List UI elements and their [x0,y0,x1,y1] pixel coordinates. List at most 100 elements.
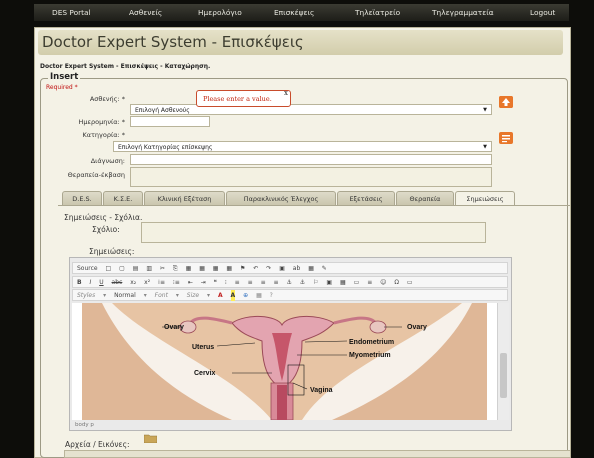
align-right-icon[interactable]: ≡ [261,277,266,288]
subscript-icon[interactable]: x₂ [130,277,136,288]
date-field[interactable] [130,116,210,127]
format-select[interactable]: Normal [114,290,136,301]
nav-patients[interactable]: Ασθενείς [129,8,162,17]
tab-kse[interactable]: Κ.Σ.Ε. [103,191,143,206]
superscript-icon[interactable]: x² [144,277,150,288]
comment-textarea[interactable] [141,222,486,243]
therapy-textarea[interactable] [130,167,492,187]
files-area[interactable] [64,450,571,458]
editor-toolbar-row-1: Source □ ▢ ▤ ▥ ✂ ⎘ ▦ ▦ ▦ ▦ ⚑ ↶ ↷ ▣ ab ▦ … [72,262,508,274]
chevron-down-icon: ▾ [175,292,179,299]
numbered-list-icon[interactable]: ⁞≡ [158,277,165,288]
tab-des[interactable]: D.E.S. [62,191,102,206]
editor-scrollbar[interactable] [497,303,509,420]
bulleted-list-icon[interactable]: ⁝≡ [173,277,180,288]
folder-icon[interactable] [143,434,158,444]
strike-icon[interactable]: abc [112,277,123,288]
smiley-icon[interactable]: ☺ [380,277,386,288]
add-patient-icon[interactable] [499,96,513,108]
category-label: Κατηγορία: * [82,131,125,139]
comment-label: Σχόλιο: [92,225,120,234]
size-select[interactable]: Size [187,290,199,301]
tab-therapy[interactable]: Θεραπεία [396,191,454,206]
nav-logout[interactable]: Logout [530,8,555,17]
image-icon[interactable]: ▣ [326,277,332,288]
select-all-icon[interactable]: ▦ [308,263,314,274]
maximize-icon[interactable]: ⊕ [243,290,248,301]
about-icon[interactable]: ? [270,290,273,301]
text-color-icon[interactable]: A [218,290,223,301]
breadcrumb: Doctor Expert System - Επισκέψεις - Κατα… [40,63,211,70]
remove-format-icon[interactable]: ✎ [322,263,327,274]
special-char-icon[interactable]: Ω [394,277,399,288]
show-blocks-icon[interactable]: ▦ [256,290,262,301]
nav-telesecretary[interactable]: Τηλεγραμματεία [432,8,494,17]
bg-color-icon[interactable]: A [230,290,236,301]
styles-select[interactable]: Styles [77,290,95,301]
outdent-icon[interactable]: ⇤ [188,277,193,288]
tab-tests[interactable]: Εξετάσεις [337,191,395,206]
anchor-icon[interactable]: ⚐ [313,277,318,288]
ovary-left-label: Ovary [164,324,184,331]
tab-paraclinical[interactable]: Παρακλινικός Έλεγχος [226,191,336,206]
nav-telemedicine[interactable]: Τηλεϊατρείο [355,8,400,17]
patient-select[interactable]: Επιλογή Ασθενούς ▼ [130,104,492,115]
italic-icon[interactable]: I [90,277,92,288]
ovary-right-label: Ovary [407,324,427,331]
unlink-icon[interactable]: ⚓ [300,277,305,288]
close-icon[interactable]: x [284,85,288,102]
vagina-label: Vagina [310,387,333,394]
editor-element-path: body p [75,422,94,428]
chevron-down-icon: ▼ [483,144,487,150]
date-label: Ημερομηνία: * [78,118,125,126]
add-category-icon[interactable] [499,132,513,144]
replace-icon[interactable]: ab [293,263,301,274]
diagnosis-field[interactable] [130,154,492,165]
source-button[interactable]: Source [77,263,98,274]
chevron-down-icon: ▾ [143,292,147,299]
paste-word-icon[interactable]: ▦ [213,263,219,274]
diagnosis-label: Διάγνωση: [90,157,125,165]
indent-icon[interactable]: ⇥ [201,277,206,288]
print-icon[interactable]: ▦ [226,263,232,274]
undo-icon[interactable]: ↶ [253,263,258,274]
save-icon[interactable]: □ [106,263,112,274]
therapy-label: Θεραπεία-έκβαση [67,171,125,179]
nav-calendar[interactable]: Ημερολόγιο [198,8,242,17]
font-select[interactable]: Font [155,290,168,301]
underline-icon[interactable]: U [99,277,103,288]
find-icon[interactable]: ▣ [279,263,285,274]
tab-clinical-exam[interactable]: Κλινική Εξέταση [144,191,225,206]
spellcheck-icon[interactable]: ⚑ [240,263,245,274]
tab-notes[interactable]: Σημειώσεις [455,191,515,206]
blockquote-icon[interactable]: ❝ [214,277,217,288]
top-nav-bar: DES Portal Ασθενείς Ημερολόγιο Επισκέψει… [34,4,569,21]
align-center-icon[interactable]: ≡ [248,277,253,288]
required-note: Required * [46,84,78,91]
nav-visits[interactable]: Επισκέψεις [274,8,314,17]
copy-icon[interactable]: ⎘ [173,263,178,274]
align-left-icon[interactable]: ≡ [235,277,240,288]
bold-icon[interactable]: B [77,277,82,288]
editor-content-area[interactable]: Ovary Ovary Uterus Endometrium Myometriu… [72,303,509,420]
horizontal-rule-icon[interactable]: ≡ [367,277,372,288]
nav-des-portal[interactable]: DES Portal [52,8,91,17]
validation-tooltip: Please enter a value. x [196,89,291,107]
table-icon[interactable]: ▦ [340,277,346,288]
preview-icon[interactable]: ▤ [133,263,139,274]
scrollbar-thumb[interactable] [500,353,507,398]
justify-icon[interactable]: ≡ [274,277,279,288]
new-page-icon[interactable]: ▢ [119,263,125,274]
paste-text-icon[interactable]: ▦ [199,263,205,274]
redo-icon[interactable]: ↷ [266,263,271,274]
page-break-icon[interactable]: ▭ [407,277,413,288]
cervix-label: Cervix [194,370,216,377]
link-icon[interactable]: ⚓ [286,277,291,288]
paste-icon[interactable]: ▦ [186,263,192,274]
templates-icon[interactable]: ▥ [146,263,152,274]
div-icon[interactable]: ⁝ [225,277,227,288]
cut-icon[interactable]: ✂ [160,263,165,274]
chevron-down-icon: ▾ [207,292,211,299]
flash-icon[interactable]: ▭ [354,277,360,288]
category-select[interactable]: Επιλογή Κατηγορίας επίσκεψης ▼ [113,141,492,152]
